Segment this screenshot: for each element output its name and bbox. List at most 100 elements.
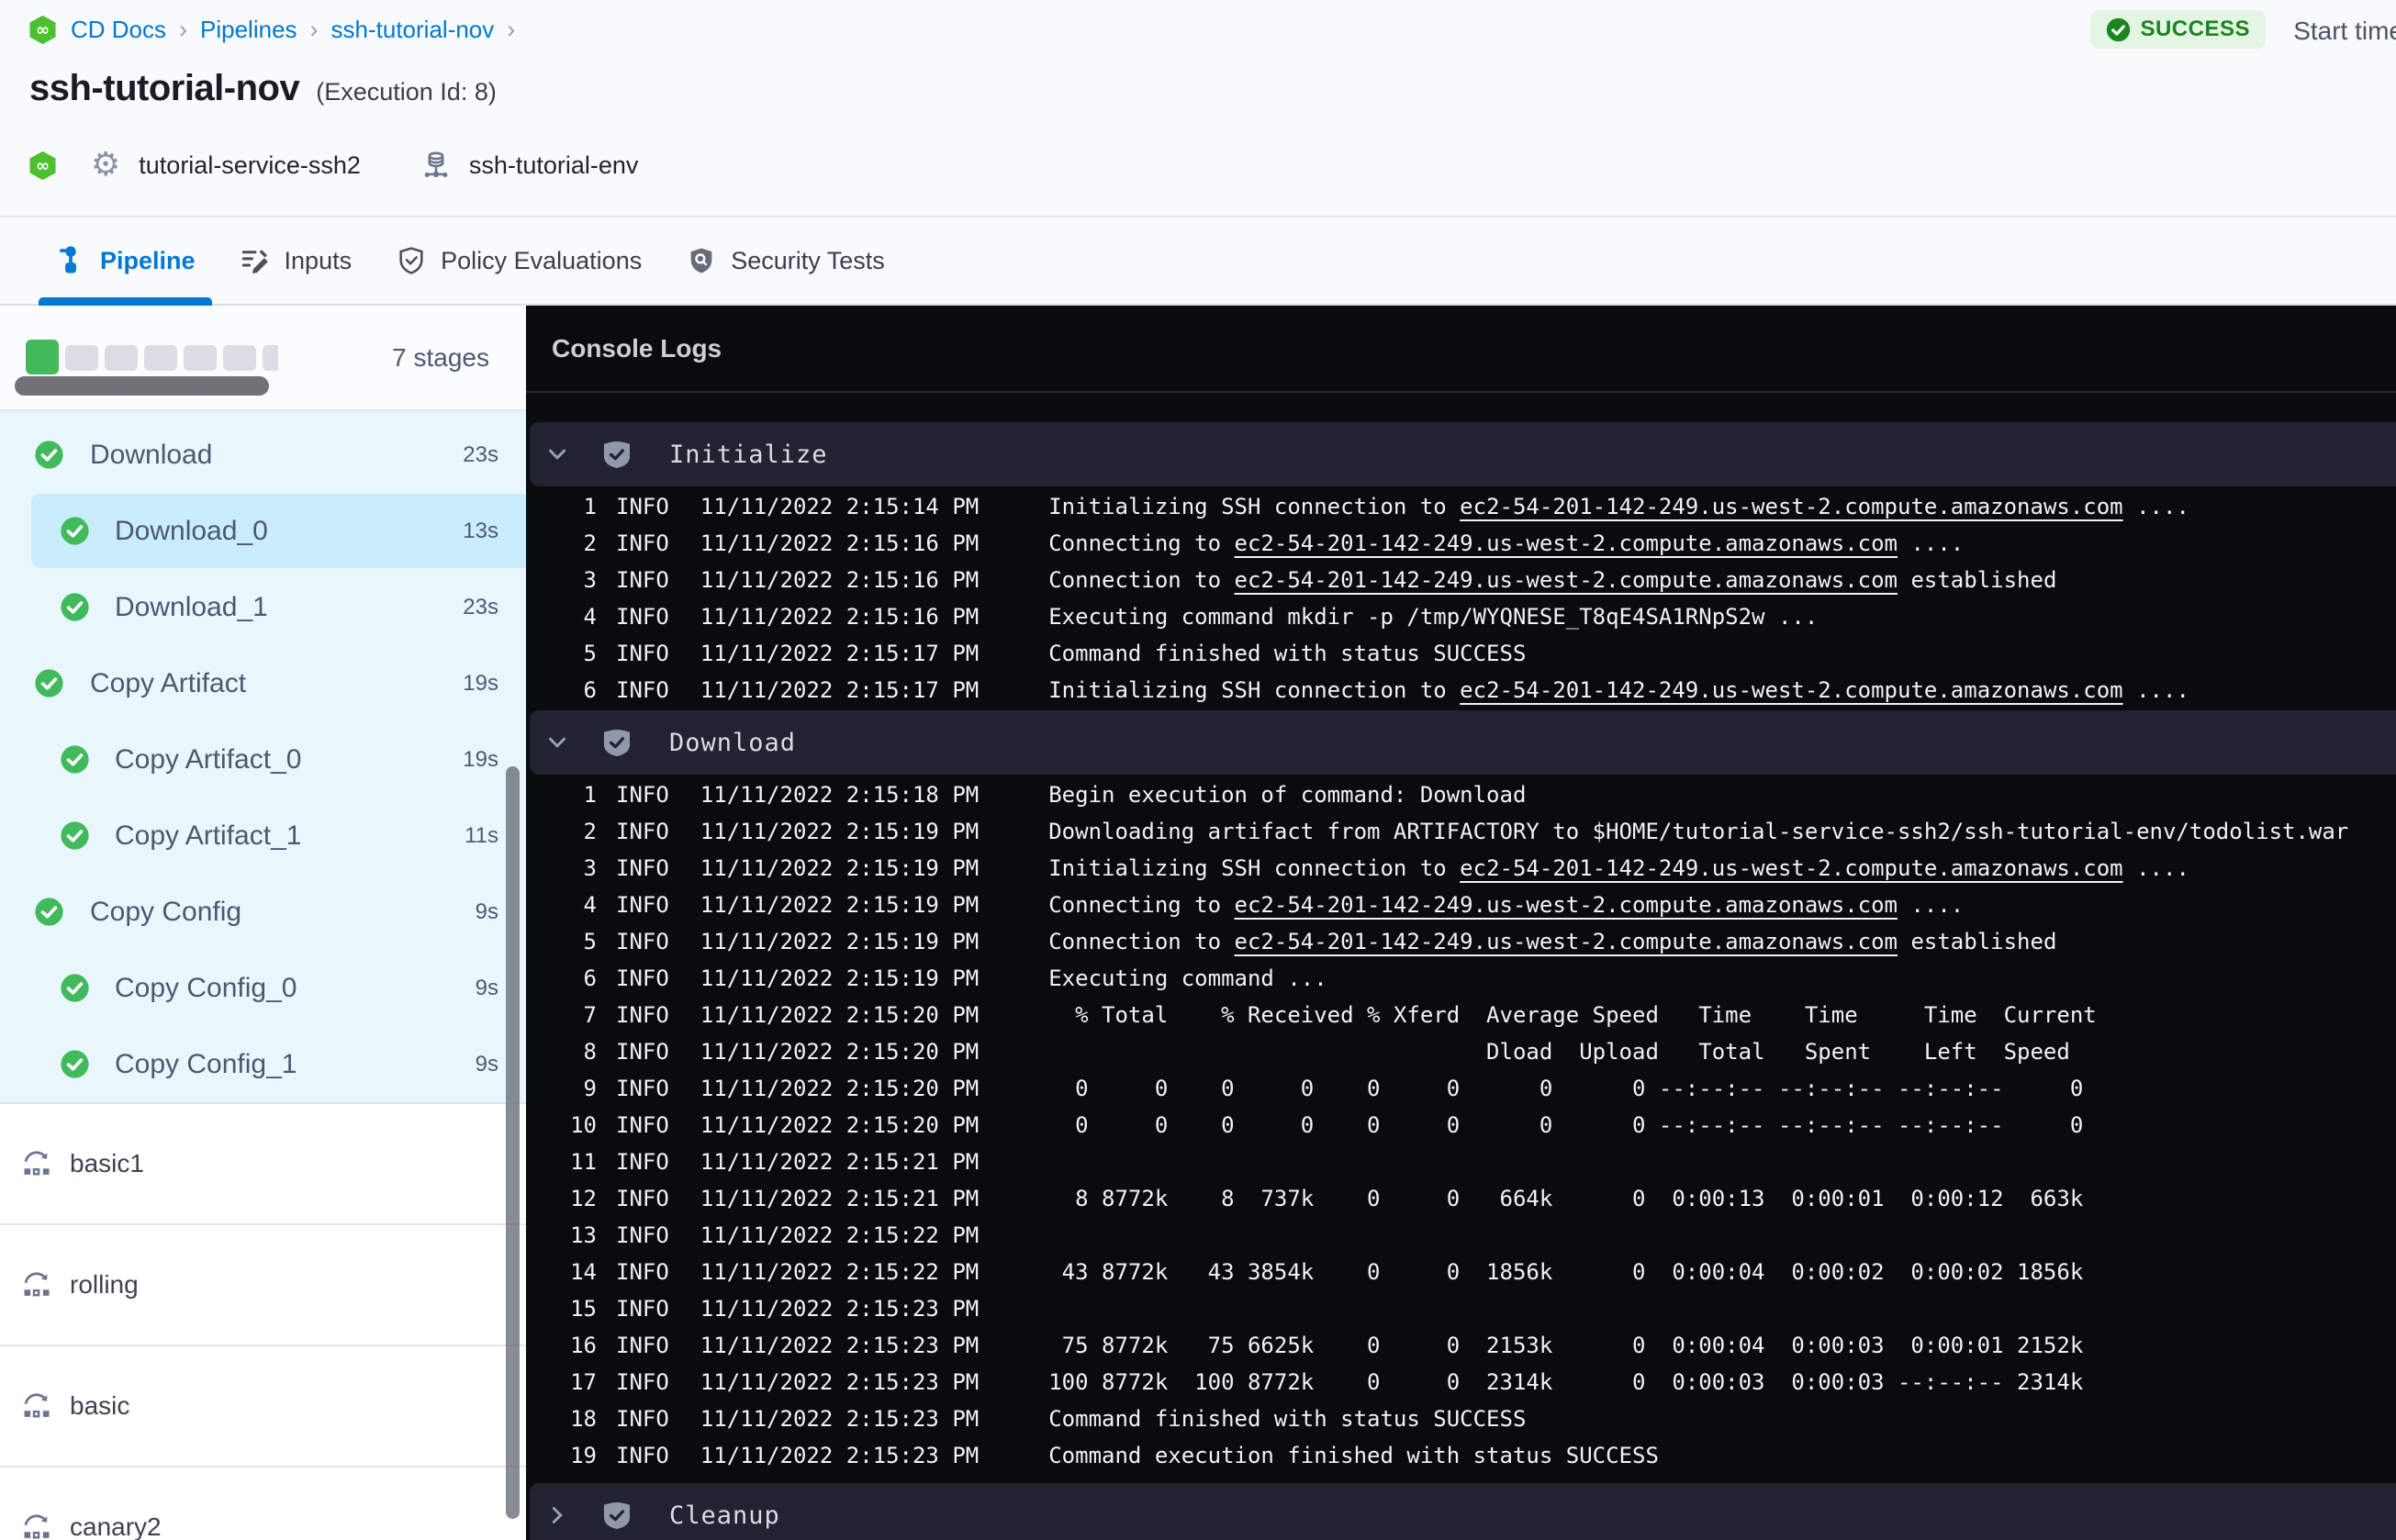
stage-duration: 19s	[463, 670, 498, 696]
tab-label: Policy Evaluations	[441, 246, 643, 274]
stage-row-copy-artifact-1[interactable]: Copy Artifact_1 11s	[0, 798, 526, 874]
success-check-icon	[61, 517, 89, 545]
log-line: 17 INFO 11/11/2022 2:15:23 PM 100 8772k 100…	[526, 1364, 2396, 1401]
strategy-row-rolling[interactable]: rolling	[0, 1223, 526, 1345]
stage-row-copy-artifact[interactable]: Copy Artifact 19s	[0, 645, 526, 721]
host-link[interactable]: ec2-54-201-142-249.us-west-2.compute.ama…	[1460, 494, 2122, 519]
log-message: Executing command mkdir -p /tmp/WYQNESE_…	[1048, 604, 1819, 630]
stage-row-copy-artifact-0[interactable]: Copy Artifact_0 19s	[0, 721, 526, 798]
pipeline-icon	[55, 245, 86, 276]
stage-duration: 9s	[475, 898, 498, 924]
log-message: 8 8772k 8 737k 0 0 664k 0 0:00:13 0:00:0…	[1048, 1186, 2084, 1211]
chevron-down-icon[interactable]	[546, 443, 568, 465]
section-success-icon	[603, 441, 631, 468]
stage-row-copy-config-1[interactable]: Copy Config_1 9s	[0, 1026, 526, 1102]
console-body: Initialize 1 INFO 11/11/2022 2:15:14 PM Init…	[526, 393, 2396, 1540]
breadcrumb-link-cd-docs[interactable]: CD Docs	[71, 16, 166, 44]
stage-duration: 23s	[463, 441, 498, 467]
service-name[interactable]: tutorial-service-ssh2	[139, 151, 361, 180]
host-link[interactable]: ec2-54-201-142-249.us-west-2.compute.ama…	[1460, 677, 2122, 703]
log-message: % Total % Received % Xferd Average Speed…	[1048, 1002, 2097, 1028]
stage-row-download-0[interactable]: Download_0 13s	[0, 493, 526, 569]
log-timestamp: 11/11/2022 2:15:19 PM	[700, 819, 980, 844]
log-line-number: 6	[583, 677, 597, 703]
log-message: Initializing SSH connection to ec2-54-20…	[1048, 855, 2189, 881]
status-badge-label: SUCCESS	[2140, 17, 2250, 41]
stage-list: Download 23s Download_0 13s Download_1 23s Cop…	[0, 411, 526, 1102]
log-level: INFO	[616, 892, 669, 918]
stage-graph-scrollbar[interactable]	[15, 376, 269, 396]
host-link[interactable]: ec2-54-201-142-249.us-west-2.compute.ama…	[1235, 530, 1898, 556]
log-timestamp: 11/11/2022 2:15:17 PM	[700, 641, 980, 666]
environment-name[interactable]: ssh-tutorial-env	[469, 151, 639, 180]
stage-name: Download_1	[115, 591, 268, 622]
tab-label: Pipeline	[100, 246, 196, 274]
console-panel: Console Logs Initialize 1 INFO 11/11/2022 2…	[526, 306, 2396, 1540]
strategy-row-basic1[interactable]: basic1	[0, 1102, 526, 1223]
log-message: Initializing SSH connection to ec2-54-20…	[1048, 677, 2189, 703]
log-line: 10 INFO 11/11/2022 2:15:20 PM 0 0 0 0 0 0 …	[526, 1107, 2396, 1144]
strategy-row-canary2[interactable]: canary2	[0, 1466, 526, 1540]
chevron-right-icon[interactable]	[546, 1504, 568, 1526]
log-message: Downloading artifact from ARTIFACTORY to…	[1048, 819, 2349, 844]
log-section-header-download[interactable]: Download	[530, 710, 2396, 775]
log-timestamp: 11/11/2022 2:15:22 PM	[700, 1222, 980, 1248]
success-check-icon	[35, 898, 63, 926]
log-message: Command finished with status SUCCESS	[1048, 1406, 1527, 1432]
host-link[interactable]: ec2-54-201-142-249.us-west-2.compute.ama…	[1460, 855, 2122, 881]
tab-inputs[interactable]: Inputs	[223, 218, 369, 304]
success-check-icon	[61, 821, 89, 850]
stage-row-copy-config[interactable]: Copy Config 9s	[0, 874, 526, 950]
tab-security-tests[interactable]: Security Tests	[669, 218, 901, 304]
log-line: 11 INFO 11/11/2022 2:15:21 PM	[526, 1144, 2396, 1180]
host-link[interactable]: ec2-54-201-142-249.us-west-2.compute.ama…	[1235, 567, 1898, 593]
breadcrumb-link-ssh-tutorial-nov[interactable]: ssh-tutorial-nov	[331, 16, 495, 44]
stage-row-copy-config-0[interactable]: Copy Config_0 9s	[0, 950, 526, 1026]
stage-progress-segments	[26, 340, 278, 374]
stage-duration: 9s	[475, 1051, 498, 1077]
log-line: 7 INFO 11/11/2022 2:15:20 PM % Total % Rec…	[526, 997, 2396, 1033]
log-section-header-cleanup[interactable]: Cleanup	[530, 1483, 2396, 1540]
log-line-number: 15	[570, 1296, 597, 1322]
tab-policy-evaluations[interactable]: Policy Evaluations	[379, 218, 658, 304]
log-level: INFO	[616, 1259, 669, 1285]
policy-icon	[396, 245, 427, 276]
breadcrumb-link-pipelines[interactable]: Pipelines	[200, 16, 297, 44]
section-name: Download	[669, 728, 797, 757]
log-line-number: 7	[583, 1002, 597, 1028]
strategy-name: canary2	[70, 1512, 162, 1540]
log-line-number: 12	[570, 1186, 597, 1211]
success-check-icon	[61, 1050, 89, 1078]
host-link[interactable]: ec2-54-201-142-249.us-west-2.compute.ama…	[1235, 892, 1898, 918]
sidebar-scrollbar[interactable]	[506, 766, 520, 1519]
stage-row-download[interactable]: Download 23s	[0, 417, 526, 493]
harness-cd-icon: ∞	[28, 15, 58, 45]
tab-label: Security Tests	[731, 246, 885, 274]
log-timestamp: 11/11/2022 2:15:14 PM	[700, 494, 980, 519]
strategy-row-basic[interactable]: basic	[0, 1345, 526, 1466]
stage-name: Download	[90, 439, 213, 470]
gear-icon: ⚙	[91, 146, 121, 184]
log-line: 4 INFO 11/11/2022 2:15:16 PM Executing comm…	[526, 598, 2396, 635]
strategy-name: basic	[70, 1391, 130, 1420]
log-message: Connecting to ec2-54-201-142-249.us-west…	[1048, 892, 1965, 918]
security-icon	[686, 245, 717, 276]
log-timestamp: 11/11/2022 2:15:19 PM	[700, 965, 980, 991]
log-line-number: 6	[583, 965, 597, 991]
log-section-header-initialize[interactable]: Initialize	[530, 422, 2396, 486]
breadcrumb: ∞ CD Docs › Pipelines › ssh-tutorial-nov ›	[28, 15, 515, 45]
log-message: Dload Upload Total Spent Left Speed	[1048, 1039, 2070, 1065]
stage-row-download-1[interactable]: Download_1 23s	[0, 569, 526, 645]
chevron-right-separator-icon: ›	[179, 16, 188, 43]
log-level: INFO	[616, 530, 669, 556]
host-link[interactable]: ec2-54-201-142-249.us-west-2.compute.ama…	[1235, 929, 1898, 954]
log-level: INFO	[616, 1296, 669, 1322]
log-level: INFO	[616, 641, 669, 666]
log-level: INFO	[616, 494, 669, 519]
chevron-down-icon[interactable]	[546, 731, 568, 753]
log-line: 12 INFO 11/11/2022 2:15:21 PM 8 8772k 8 73…	[526, 1180, 2396, 1217]
tab-pipeline[interactable]: Pipeline	[39, 218, 212, 306]
log-line: 8 INFO 11/11/2022 2:15:20 PM Dload Upload …	[526, 1033, 2396, 1070]
redeploy-icon	[20, 1389, 53, 1423]
log-timestamp: 11/11/2022 2:15:20 PM	[700, 1039, 980, 1065]
